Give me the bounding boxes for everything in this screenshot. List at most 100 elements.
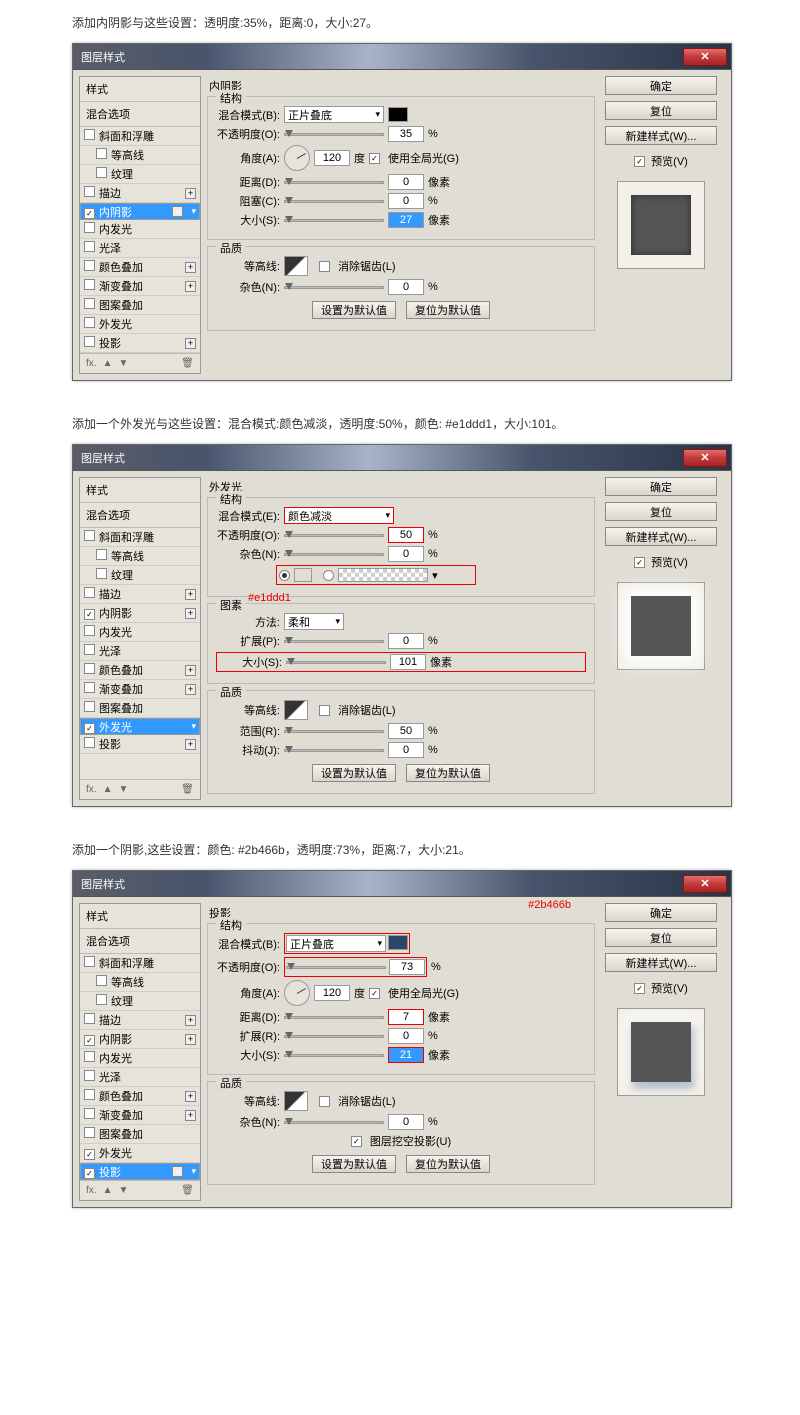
- color-note: #2b466b: [528, 899, 571, 911]
- size-input[interactable]: 27: [388, 212, 424, 228]
- ok-button[interactable]: 确定: [605, 76, 717, 95]
- choke-input[interactable]: 0: [388, 193, 424, 209]
- plus-icon[interactable]: [185, 262, 196, 273]
- item-contour[interactable]: 等高线: [80, 146, 200, 165]
- technique-select[interactable]: 柔和: [284, 613, 344, 630]
- new-style-button[interactable]: 新建样式(W)...: [605, 953, 717, 972]
- right-buttons: 确定 复位 新建样式(W)... 预览(V): [601, 70, 731, 380]
- plus-icon[interactable]: [172, 206, 183, 217]
- settings-panel: 内阴影 结构 混合模式(B):正片叠底 不透明度(O):.s1a::after{…: [201, 70, 601, 380]
- item-stroke[interactable]: 描边: [80, 184, 200, 203]
- section-outer-glow: 添加一个外发光与这些设置：混合模式:颜色减淡，透明度:50%，颜色: #e1dd…: [0, 401, 800, 827]
- panel-title: 内阴影: [209, 78, 593, 94]
- color-radio[interactable]: [279, 570, 290, 581]
- item-bevel[interactable]: 斜面和浮雕: [80, 127, 200, 146]
- reset-default-button[interactable]: 复位为默认值: [406, 301, 490, 319]
- blend-mode-select[interactable]: 颜色减淡: [284, 507, 394, 524]
- antialias-checkbox[interactable]: [319, 261, 330, 272]
- spread-input[interactable]: 0: [388, 1028, 424, 1044]
- angle-dial[interactable]: [284, 980, 310, 1006]
- noise-input[interactable]: 0: [388, 546, 424, 562]
- reset-button[interactable]: 复位: [605, 928, 717, 947]
- item-satin[interactable]: 光泽: [80, 239, 200, 258]
- section-drop-shadow: 添加一个阴影,这些设置：颜色: #2b466b，透明度:73%，距离:7，大小:…: [0, 827, 800, 1228]
- set-default-button[interactable]: 设置为默认值: [312, 1155, 396, 1173]
- range-input[interactable]: 50: [388, 723, 424, 739]
- distance-input[interactable]: 0: [388, 174, 424, 190]
- item-inner-shadow[interactable]: 内阴影: [80, 203, 200, 220]
- color-swatch[interactable]: [388, 107, 408, 122]
- plus-icon[interactable]: [185, 188, 196, 199]
- down-icon[interactable]: ▼: [118, 358, 128, 369]
- caption-3: 添加一个阴影,这些设置：颜色: #2b466b，透明度:73%，距离:7，大小:…: [72, 841, 728, 858]
- reset-button[interactable]: 复位: [605, 101, 717, 120]
- blend-mode-select[interactable]: 正片叠底: [284, 106, 384, 123]
- new-style-button[interactable]: 新建样式(W)...: [605, 126, 717, 145]
- item-texture[interactable]: 纹理: [80, 165, 200, 184]
- dialog-2: 图层样式 样式 混合选项 斜面和浮雕 等高线 纹理 描边 内阴影 内发光 光泽 …: [72, 444, 732, 807]
- item-outer-glow[interactable]: 外发光: [80, 718, 200, 735]
- item-gradient-overlay[interactable]: 渐变叠加: [80, 277, 200, 296]
- up-icon[interactable]: ▲: [103, 358, 113, 369]
- noise-input[interactable]: 0: [388, 279, 424, 295]
- close-icon[interactable]: [683, 875, 727, 893]
- plus-icon[interactable]: [185, 338, 196, 349]
- elements-group: 图素 #e1ddd1 方法:柔和 扩展(P):0% 大小(S):101像素: [207, 603, 595, 684]
- item-drop-shadow[interactable]: 投影: [80, 1163, 200, 1180]
- opacity-input[interactable]: 73: [389, 959, 425, 975]
- section-inner-shadow: 添加内阴影与这些设置：透明度:35%，距离:0，大小:27。 图层样式 样式 混…: [0, 0, 800, 401]
- blend-options-header[interactable]: 混合选项: [80, 102, 200, 127]
- item-inner-glow[interactable]: 内发光: [80, 220, 200, 239]
- styles-header[interactable]: 样式: [80, 77, 200, 102]
- size-input[interactable]: 21: [388, 1047, 424, 1063]
- quality-group: 品质 等高线: 消除锯齿(L) 杂色(N):0% 设置为默认值复位为默认值: [207, 246, 595, 331]
- settings-panel: 外发光 结构 混合模式(E):颜色减淡 不透明度(O):50% 杂色(N):0%…: [201, 471, 601, 806]
- set-default-button[interactable]: 设置为默认值: [312, 764, 396, 782]
- effects-list: 样式 混合选项 斜面和浮雕 等高线 纹理 描边 内阴影 内发光 光泽 颜色叠加 …: [79, 76, 201, 374]
- close-icon[interactable]: [683, 449, 727, 467]
- opacity-input[interactable]: 35: [388, 126, 424, 142]
- new-style-button[interactable]: 新建样式(W)...: [605, 527, 717, 546]
- fx-label[interactable]: fx.: [86, 358, 97, 369]
- caption-2: 添加一个外发光与这些设置：混合模式:颜色减淡，透明度:50%，颜色: #e1dd…: [72, 415, 728, 432]
- caption-1: 添加内阴影与这些设置：透明度:35%，距离:0，大小:27。: [72, 14, 728, 31]
- preview-checkbox[interactable]: [634, 156, 645, 167]
- plus-icon[interactable]: [185, 281, 196, 292]
- distance-input[interactable]: 7: [388, 1009, 424, 1025]
- ok-button[interactable]: 确定: [605, 903, 717, 922]
- contour-picker[interactable]: [284, 1091, 308, 1111]
- glow-color-chip[interactable]: [294, 568, 312, 582]
- angle-input[interactable]: 120: [314, 150, 350, 166]
- angle-input[interactable]: 120: [314, 985, 350, 1001]
- set-default-button[interactable]: 设置为默认值: [312, 301, 396, 319]
- opacity-input[interactable]: 50: [388, 527, 424, 543]
- structure-group: 结构 混合模式(B):正片叠底 不透明度(O):73% 角度(A):120度使用…: [207, 923, 595, 1075]
- gradient-radio[interactable]: [323, 570, 334, 581]
- contour-picker[interactable]: [284, 700, 308, 720]
- reset-button[interactable]: 复位: [605, 502, 717, 521]
- dialog-title: 图层样式: [77, 49, 125, 65]
- trash-icon[interactable]: 🗑: [181, 358, 194, 369]
- gradient-picker[interactable]: [338, 568, 428, 582]
- knockout-checkbox[interactable]: [351, 1136, 362, 1147]
- item-outer-glow[interactable]: 外发光: [80, 315, 200, 334]
- reset-default-button[interactable]: 复位为默认值: [406, 764, 490, 782]
- blend-mode-select[interactable]: 正片叠底: [286, 935, 386, 952]
- quality-group: 品质 等高线: 消除锯齿(L) 范围(R):50% 抖动(J):0% 设置为默认…: [207, 690, 595, 794]
- close-icon[interactable]: [683, 48, 727, 66]
- titlebar: 图层样式: [73, 44, 731, 70]
- global-light-checkbox[interactable]: [369, 153, 380, 164]
- size-input[interactable]: 101: [390, 654, 426, 670]
- item-drop-shadow[interactable]: 投影: [80, 334, 200, 353]
- effects-list: 样式 混合选项 斜面和浮雕 等高线 纹理 描边 内阴影 内发光 光泽 颜色叠加 …: [79, 903, 201, 1201]
- item-color-overlay[interactable]: 颜色叠加: [80, 258, 200, 277]
- color-swatch[interactable]: [388, 935, 408, 950]
- spread-input[interactable]: 0: [388, 633, 424, 649]
- item-pattern-overlay[interactable]: 图案叠加: [80, 296, 200, 315]
- reset-default-button[interactable]: 复位为默认值: [406, 1155, 490, 1173]
- contour-picker[interactable]: [284, 256, 308, 276]
- jitter-input[interactable]: 0: [388, 742, 424, 758]
- noise-input[interactable]: 0: [388, 1114, 424, 1130]
- ok-button[interactable]: 确定: [605, 477, 717, 496]
- angle-dial[interactable]: [284, 145, 310, 171]
